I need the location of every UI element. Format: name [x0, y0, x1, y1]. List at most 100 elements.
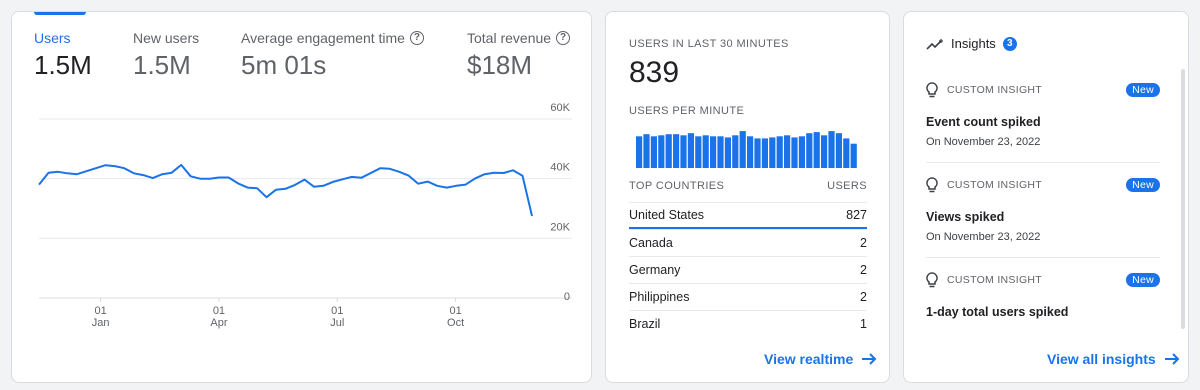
- minute-bar[interactable]: [710, 136, 717, 168]
- metric-tab-new-users[interactable]: New users 1.5M: [133, 30, 199, 81]
- minute-bar[interactable]: [747, 136, 754, 168]
- users-series-line[interactable]: [38, 163, 533, 217]
- realtime-heading: USERS IN LAST 30 MINUTES: [629, 38, 789, 50]
- x-tick-month: Jul: [330, 317, 344, 329]
- active-tab-indicator: [34, 12, 86, 15]
- minute-bar[interactable]: [828, 131, 835, 168]
- minute-bar[interactable]: [754, 138, 761, 168]
- minute-bar[interactable]: [784, 135, 791, 168]
- minute-bar[interactable]: [702, 135, 709, 168]
- scrollbar[interactable]: [1181, 69, 1185, 329]
- insight-card[interactable]: Custom insight New 1-day total users spi…: [926, 272, 1160, 332]
- minute-bar[interactable]: [650, 136, 657, 168]
- new-badge: New: [1126, 273, 1160, 287]
- country-name: United States: [629, 208, 705, 222]
- table-header: TOP COUNTRIES USERS: [629, 178, 867, 202]
- x-tick-day: 01: [95, 305, 107, 317]
- top-countries-table: TOP COUNTRIES USERS United States 827 Ca…: [629, 178, 867, 337]
- lightbulb-icon: [926, 82, 938, 98]
- country-users: 1: [860, 317, 867, 331]
- insights-header: Insights 3: [926, 36, 1017, 51]
- view-all-insights-link[interactable]: View all insights: [1047, 351, 1180, 367]
- metric-value: 1.5M: [133, 50, 191, 80]
- minute-bar[interactable]: [739, 131, 746, 168]
- y-tick-label: 20K: [550, 221, 570, 233]
- y-tick-label: 40K: [550, 162, 570, 174]
- insight-kind: Custom insight: [947, 84, 1043, 96]
- minute-bar[interactable]: [850, 143, 857, 168]
- help-icon[interactable]: ?: [409, 31, 424, 45]
- minute-bar[interactable]: [724, 137, 731, 168]
- lightbulb-icon: [926, 177, 938, 193]
- minute-bar[interactable]: [843, 138, 850, 168]
- minute-bar[interactable]: [821, 135, 828, 168]
- y-tick-label: 60K: [550, 102, 570, 114]
- minute-bar[interactable]: [673, 134, 680, 168]
- country-name: Canada: [629, 236, 673, 250]
- table-row[interactable]: Canada 2: [629, 229, 867, 256]
- table-row[interactable]: Brazil 1: [629, 310, 867, 337]
- users-per-minute-bar-chart: [636, 131, 857, 168]
- metric-label: Total revenue: [467, 30, 552, 46]
- x-tick-month: Oct: [447, 317, 464, 329]
- insight-card[interactable]: Custom insight New Views spiked On Novem…: [926, 177, 1160, 258]
- country-name: Germany: [629, 263, 681, 277]
- overview-card: Users 1.5M New users 1.5M Average engage…: [11, 11, 592, 383]
- metric-value: 5m 01s: [241, 50, 327, 80]
- help-icon[interactable]: ?: [556, 31, 571, 45]
- minute-bar[interactable]: [761, 138, 768, 168]
- minute-bar[interactable]: [665, 134, 672, 168]
- metric-tab-engagement-time[interactable]: Average engagement time? 5m 01s: [241, 30, 424, 81]
- metric-value: $18M: [467, 50, 533, 80]
- insight-date: On November 23, 2022: [926, 231, 1041, 243]
- minute-bar[interactable]: [835, 133, 842, 168]
- metric-tab-users[interactable]: Users 1.5M: [34, 30, 92, 81]
- table-row[interactable]: Germany 2: [629, 256, 867, 283]
- minute-bar[interactable]: [813, 132, 820, 168]
- minute-bar[interactable]: [695, 136, 702, 168]
- insight-title: Event count spiked: [926, 115, 1041, 129]
- minute-bar[interactable]: [636, 136, 643, 168]
- minute-bar[interactable]: [643, 134, 650, 168]
- metric-value: 1.5M: [34, 50, 92, 80]
- insights-count-badge: 3: [1002, 36, 1017, 51]
- metric-label: New users: [133, 30, 200, 46]
- minute-bar[interactable]: [776, 136, 783, 168]
- x-tick-day: 01: [331, 305, 343, 317]
- table-row[interactable]: Philippines 2: [629, 283, 867, 310]
- lightbulb-icon: [926, 272, 938, 288]
- insight-card[interactable]: Custom insight New Event count spiked On…: [926, 82, 1160, 163]
- realtime-card: USERS IN LAST 30 MINUTES 839 USERS PER M…: [605, 11, 890, 383]
- minute-bar[interactable]: [658, 135, 665, 168]
- minute-bar[interactable]: [798, 136, 805, 168]
- metric-tab-total-revenue[interactable]: Total revenue? $18M: [467, 30, 571, 81]
- view-realtime-link[interactable]: View realtime: [764, 351, 877, 367]
- column-country: TOP COUNTRIES: [629, 180, 725, 192]
- metric-label: Users: [34, 30, 71, 46]
- minute-bar[interactable]: [791, 137, 798, 168]
- country-name: Philippines: [629, 290, 690, 304]
- minute-bar[interactable]: [769, 137, 776, 168]
- table-row[interactable]: United States 827: [629, 202, 867, 229]
- country-users: 2: [860, 236, 867, 250]
- insights-title: Insights: [951, 36, 996, 51]
- metric-label: Average engagement time: [241, 30, 405, 46]
- insight-kind: Custom insight: [947, 274, 1043, 286]
- country-users: 2: [860, 263, 867, 277]
- insights-sparkline-icon: [926, 38, 943, 50]
- insight-title: 1-day total users spiked: [926, 305, 1069, 319]
- minute-bar[interactable]: [680, 135, 687, 168]
- minute-bar[interactable]: [687, 133, 694, 168]
- link-label: View realtime: [764, 351, 854, 367]
- minute-bar[interactable]: [806, 133, 813, 168]
- link-label: View all insights: [1047, 351, 1156, 367]
- minute-bar[interactable]: [732, 135, 739, 168]
- users-line-chart: 020K40K60K01Jan01Apr01Jul01Oct: [38, 102, 572, 329]
- country-name: Brazil: [629, 317, 661, 331]
- new-badge: New: [1126, 83, 1160, 97]
- arrow-right-icon: [1164, 353, 1180, 365]
- x-tick-month: Apr: [210, 317, 227, 329]
- realtime-user-count: 839: [629, 56, 680, 89]
- per-minute-heading: USERS PER MINUTE: [629, 105, 745, 117]
- minute-bar[interactable]: [717, 136, 724, 168]
